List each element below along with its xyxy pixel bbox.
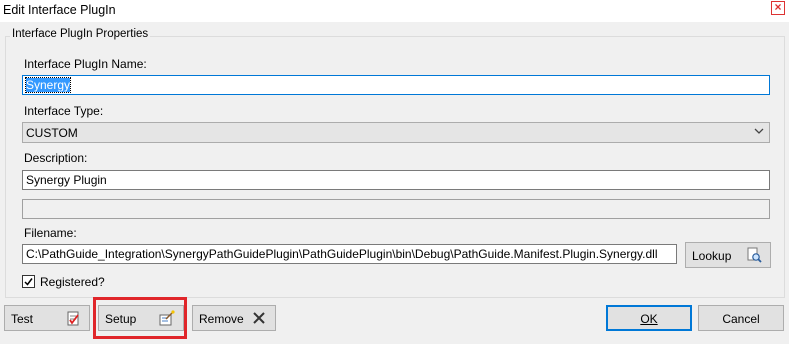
description-input[interactable]: Synergy Plugin [22,170,770,190]
lookup-button[interactable]: Lookup [685,242,771,268]
plugin-name-value: Synergy [24,77,72,93]
chevron-down-icon [753,124,765,141]
remove-x-icon [251,310,267,326]
groupbox-legend: Interface PlugIn Properties [10,28,151,40]
magnifier-document-icon [746,247,762,263]
test-label: Test [11,312,34,326]
cancel-label: Cancel [722,312,760,326]
registered-label: Registered? [40,275,105,289]
description-label: Description: [24,151,88,165]
window-title: Edit Interface PlugIn [3,3,116,17]
title-bar: Edit Interface PlugIn × [0,0,789,22]
cancel-button[interactable]: Cancel [698,305,784,331]
remove-button[interactable]: Remove [192,305,276,331]
plugin-name-input[interactable]: Synergy [22,75,770,95]
filename-value: C:\PathGuide_Integration\SynergyPathGuid… [26,247,658,261]
interface-type-label: Interface Type: [24,104,104,118]
extra-input [22,199,770,219]
test-button[interactable]: Test [4,305,90,331]
lookup-label: Lookup [692,249,732,263]
checklist-icon [65,310,81,326]
plugin-name-label: Interface PlugIn Name: [24,57,147,71]
close-icon[interactable]: × [771,1,785,15]
filename-label: Filename: [24,226,77,240]
setup-highlight [93,297,187,339]
ok-button[interactable]: OK [606,305,692,331]
registered-checkbox[interactable] [22,275,35,288]
interface-type-value: CUSTOM [26,126,78,140]
remove-label: Remove [199,312,244,326]
interface-type-select[interactable]: CUSTOM [22,122,770,143]
ok-label: OK [640,312,658,326]
description-value: Synergy Plugin [26,173,107,187]
filename-input[interactable]: C:\PathGuide_Integration\SynergyPathGuid… [22,244,677,264]
